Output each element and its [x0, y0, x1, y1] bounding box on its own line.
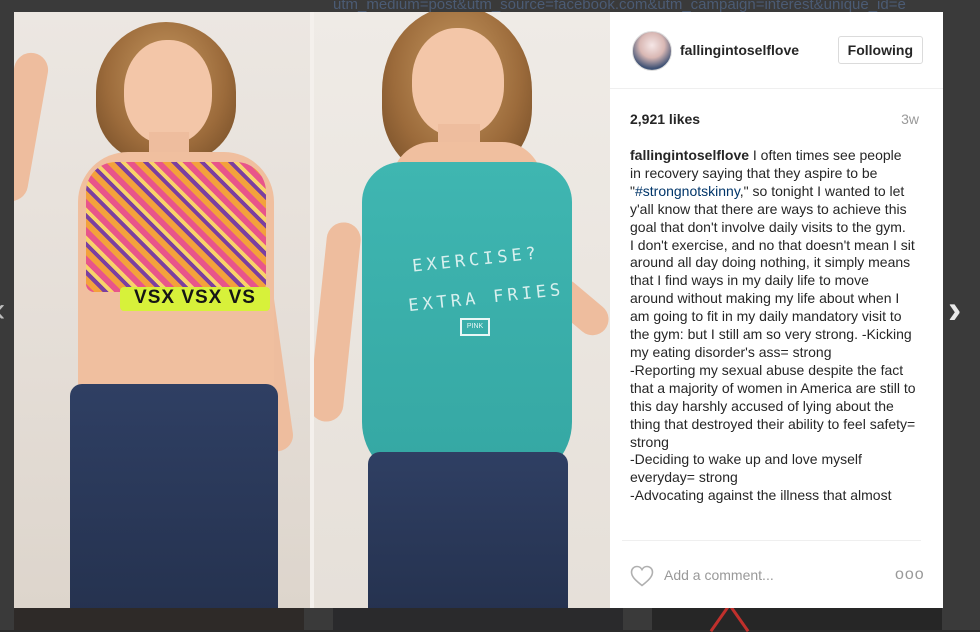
chevron-left-icon[interactable]: ‹ [0, 290, 8, 330]
caption-username[interactable]: fallingintoselflove [630, 147, 749, 163]
background-thumbnail [14, 608, 304, 630]
sports-bra-band: VSX VSX VS [120, 287, 270, 311]
background-thumbnail [333, 608, 623, 630]
post-header: fallingintoselflove Following [610, 12, 943, 89]
post-photo[interactable]: VSX VSX VS EXERCISE? EXTRA FRIES PINK [14, 12, 610, 608]
more-options-icon[interactable]: ooo [895, 565, 924, 585]
add-comment-input[interactable] [664, 565, 864, 585]
caption-text: -Reporting my sexual abuse despite the f… [630, 361, 916, 450]
caption-text: -Deciding to wake up and love myself eve… [630, 451, 862, 486]
caption-text: -Advocating against the illness that alm… [630, 487, 892, 504]
post-stats: 2,921 likes 3w [610, 89, 943, 131]
jeans [70, 384, 278, 608]
comment-bar: ooo [622, 540, 924, 609]
post-username[interactable]: fallingintoselflove [680, 42, 799, 58]
heart-icon[interactable] [630, 565, 654, 587]
post-sidebar: fallingintoselflove Following 2,921 like… [610, 12, 943, 608]
post-age[interactable]: 3w [901, 111, 919, 127]
photo-panel-after: EXERCISE? EXTRA FRIES PINK [312, 12, 610, 608]
tank-top-tag: PINK [460, 318, 490, 336]
jeans [368, 452, 568, 608]
sports-bra [86, 162, 266, 292]
post-modal: VSX VSX VS EXERCISE? EXTRA FRIES PINK fa… [14, 12, 943, 608]
hashtag-link[interactable]: #strongnotskinny [635, 183, 740, 199]
arm [14, 50, 51, 204]
caption-text: I don't exercise, and no that doesn't me… [630, 236, 915, 360]
face [412, 28, 504, 136]
likes-count[interactable]: 2,921 likes [630, 111, 700, 127]
photo-panel-before: VSX VSX VS [14, 12, 312, 608]
post-caption: fallingintoselflove I often times see pe… [630, 147, 916, 538]
background-thumbnail [652, 608, 942, 630]
arm [312, 220, 363, 424]
following-button[interactable]: Following [837, 36, 923, 64]
avatar[interactable] [632, 31, 672, 71]
photo-divider [310, 12, 314, 608]
background-decoration [700, 608, 760, 630]
chevron-right-icon[interactable]: › [948, 290, 972, 330]
face [124, 40, 212, 144]
